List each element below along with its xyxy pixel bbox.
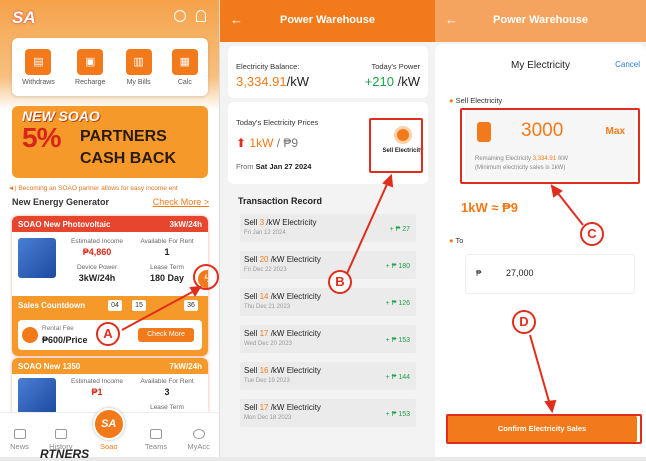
arrow-c [556, 191, 584, 226]
highlight-lightning-icon [193, 264, 219, 290]
marker-a: A [96, 322, 120, 346]
annotation-arrows [121, 173, 584, 414]
arrow-b-head [382, 173, 394, 188]
arrow-a [121, 289, 197, 331]
arrow-b [344, 181, 389, 279]
arrow-d-head [544, 399, 557, 414]
marker-b: B [328, 270, 352, 294]
highlight-amount-box [460, 108, 640, 184]
arrow-d [529, 334, 551, 406]
highlight-sell-button [369, 118, 423, 173]
highlight-confirm-button [446, 414, 642, 444]
marker-c: C [580, 222, 604, 246]
marker-d: D [512, 310, 536, 334]
